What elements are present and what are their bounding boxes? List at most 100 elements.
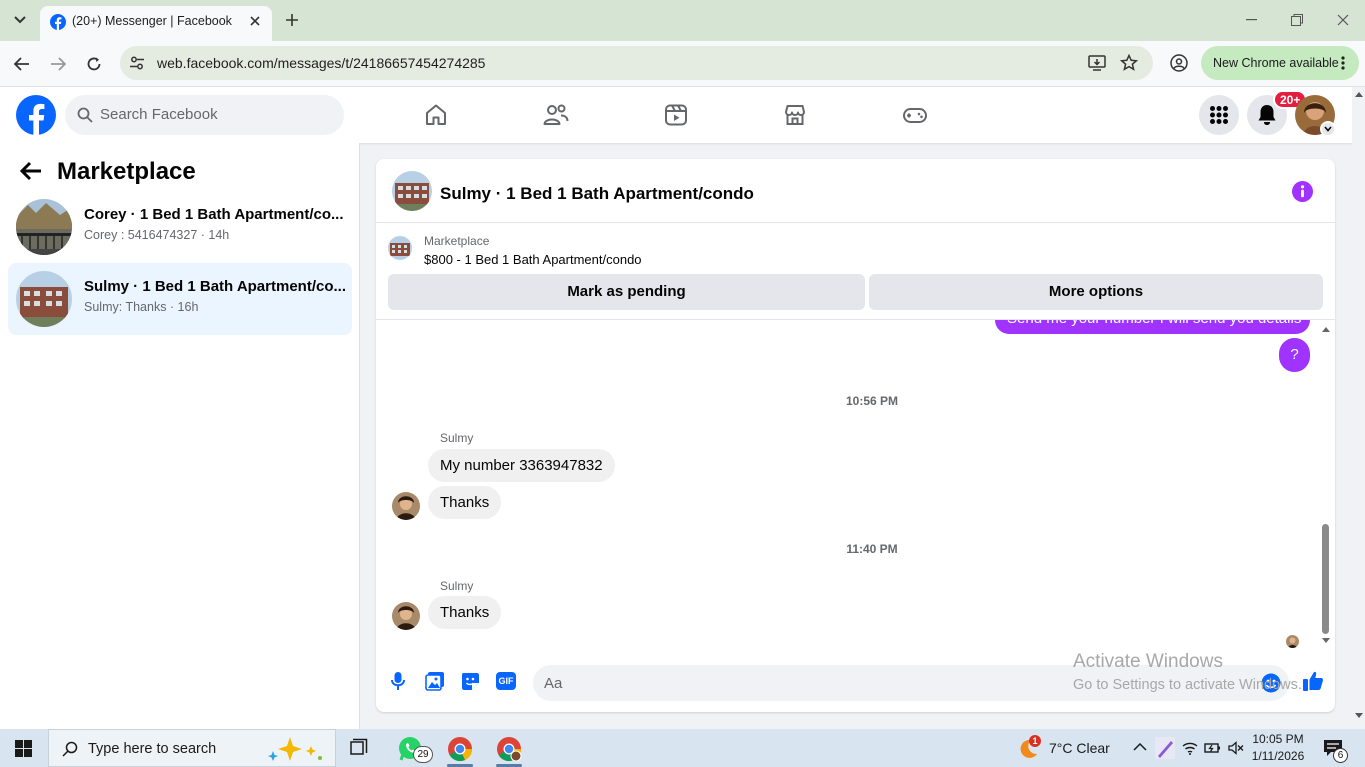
weather-alert-badge: 1 xyxy=(1029,735,1041,747)
gaming-icon[interactable] xyxy=(897,97,933,133)
new-chrome-label: New Chrome available xyxy=(1213,56,1339,70)
gif-button[interactable]: GIF xyxy=(496,672,516,690)
facebook-search-input[interactable]: Search Facebook xyxy=(65,95,344,135)
sticker-icon[interactable] xyxy=(460,671,480,691)
url-text: web.facebook.com/messages/t/241866574542… xyxy=(157,55,486,71)
windows-start-icon[interactable] xyxy=(15,740,32,757)
scroll-up-arrow-icon[interactable] xyxy=(1322,326,1330,332)
restore-window-icon[interactable] xyxy=(1283,8,1311,32)
site-info-icon[interactable] xyxy=(129,55,145,71)
close-window-icon[interactable] xyxy=(1329,8,1357,32)
conversation-title: Corey · 1 Bed 1 Bath Apartment/co... xyxy=(84,206,344,223)
activate-windows-hint: Go to Settings to activate Windows. xyxy=(1073,677,1302,693)
mark-as-pending-button[interactable]: Mark as pending xyxy=(388,274,865,310)
facebook-favicon-icon xyxy=(50,14,66,30)
volume-muted-icon[interactable] xyxy=(1228,741,1244,755)
scrollbar-thumb[interactable] xyxy=(1322,524,1329,634)
chat-title[interactable]: Sulmy · 1 Bed 1 Bath Apartment/condo xyxy=(440,184,754,204)
account-chevron-down-icon[interactable] xyxy=(1320,121,1336,137)
marketplace-icon[interactable] xyxy=(777,97,813,133)
tab-search-dropdown-icon[interactable] xyxy=(7,8,33,32)
message-input-placeholder: Aa xyxy=(544,675,563,692)
listing-thumbnail[interactable] xyxy=(388,236,412,260)
wifi-icon[interactable] xyxy=(1182,741,1198,755)
chrome-icon[interactable] xyxy=(447,736,473,762)
search-placeholder: Search Facebook xyxy=(100,106,218,123)
facebook-logo-icon[interactable] xyxy=(16,95,56,135)
grid-menu-icon xyxy=(1209,105,1229,125)
back-arrow-icon[interactable] xyxy=(20,161,44,185)
clock-date[interactable]: 1/11/2026 xyxy=(1246,749,1310,763)
home-icon[interactable] xyxy=(418,97,454,133)
message-timestamp: 11:40 PM xyxy=(846,542,898,556)
listing-price-title[interactable]: $800 - 1 Bed 1 Bath Apartment/condo xyxy=(424,252,642,267)
whatsapp-unread-badge: 29 xyxy=(413,746,433,763)
weather-text[interactable]: 7°C Clear xyxy=(1049,740,1110,756)
profile-account-icon[interactable] xyxy=(1170,54,1188,72)
page-scroll-up-icon[interactable] xyxy=(1355,91,1363,97)
minimize-window-icon[interactable] xyxy=(1237,8,1265,32)
browser-tab-messenger[interactable]: (20+) Messenger | Facebook xyxy=(40,6,272,41)
taskbar-search-box[interactable]: Type here to search xyxy=(48,729,336,767)
message-list[interactable]: Send me your number I will send you deta… xyxy=(376,319,1335,652)
show-hidden-icons-chevron-icon[interactable] xyxy=(1133,743,1147,751)
battery-icon[interactable] xyxy=(1204,741,1222,755)
copilot-sparkle-icon[interactable] xyxy=(266,736,326,762)
new-tab-plus-icon[interactable] xyxy=(282,10,302,30)
reload-icon[interactable] xyxy=(81,51,107,77)
page-scroll-down-icon[interactable] xyxy=(1355,713,1363,719)
new-chrome-available-button[interactable]: New Chrome available xyxy=(1201,46,1359,80)
facebook-header: Search Facebook 20+ xyxy=(0,87,1352,143)
microphone-icon[interactable] xyxy=(390,671,406,691)
chat-listing-avatar[interactable] xyxy=(392,171,432,211)
chat-panel: Sulmy · 1 Bed 1 Bath Apartment/condo Mar… xyxy=(376,159,1335,712)
sender-name: Sulmy xyxy=(440,431,474,445)
back-arrow-icon[interactable] xyxy=(9,51,35,77)
outgoing-message[interactable]: ? xyxy=(1279,338,1310,372)
install-app-icon[interactable] xyxy=(1088,54,1106,72)
tab-title: (20+) Messenger | Facebook xyxy=(72,14,232,28)
conversation-title: Sulmy · 1 Bed 1 Bath Apartment/co... xyxy=(84,278,346,295)
incoming-message[interactable]: Thanks xyxy=(428,486,502,519)
close-tab-icon[interactable] xyxy=(246,12,264,30)
clock-time[interactable]: 10:05 PM xyxy=(1246,732,1310,746)
conversation-info-icon[interactable] xyxy=(1292,181,1313,202)
sender-name: Sulmy xyxy=(440,579,474,593)
listing-type-label: Marketplace xyxy=(424,234,490,248)
conversation-item-corey[interactable]: Corey · 1 Bed 1 Bath Apartment/co... Cor… xyxy=(8,191,352,263)
conversation-thumbnail xyxy=(16,271,72,327)
read-receipt-avatar xyxy=(1286,635,1299,648)
photo-gallery-icon[interactable] xyxy=(425,671,445,691)
browser-toolbar: web.facebook.com/messages/t/241866574542… xyxy=(0,41,1365,87)
bell-icon xyxy=(1257,104,1277,126)
scroll-down-arrow-icon[interactable] xyxy=(1322,638,1330,644)
forward-arrow-icon[interactable] xyxy=(45,51,71,77)
sender-avatar[interactable] xyxy=(392,602,420,630)
chrome-profile-icon[interactable] xyxy=(496,736,522,762)
address-bar[interactable]: web.facebook.com/messages/t/241866574542… xyxy=(120,46,1153,80)
sender-avatar[interactable] xyxy=(392,492,420,520)
message-scrollbar[interactable] xyxy=(1320,320,1333,652)
conversation-thumbnail xyxy=(16,199,72,255)
search-icon xyxy=(77,107,93,123)
page-scrollbar[interactable] xyxy=(1352,87,1365,729)
outgoing-message[interactable]: Send me your number I will send you deta… xyxy=(995,320,1310,334)
sidebar-title: Marketplace xyxy=(57,158,196,185)
incoming-message[interactable]: My number 3363947832 xyxy=(428,449,615,482)
bookmark-star-icon[interactable] xyxy=(1120,54,1138,72)
more-options-button[interactable]: More options xyxy=(869,274,1323,310)
kebab-menu-icon[interactable] xyxy=(1341,56,1345,70)
windows-taskbar: Type here to search 29 1 7°C Clear 10:05… xyxy=(0,729,1365,767)
conversation-preview: Sulmy: Thanks · 16h xyxy=(84,300,199,314)
incoming-message[interactable]: Thanks xyxy=(428,596,502,629)
video-reels-icon[interactable] xyxy=(658,97,694,133)
pen-tray-icon[interactable] xyxy=(1155,737,1175,759)
menu-grid-button[interactable] xyxy=(1199,95,1239,135)
message-timestamp: 10:56 PM xyxy=(845,394,899,408)
conversation-item-sulmy[interactable]: Sulmy · 1 Bed 1 Bath Apartment/co... Sul… xyxy=(8,263,352,335)
task-view-icon[interactable] xyxy=(349,738,369,758)
conversation-preview: Corey : 5416474327 · 14h xyxy=(84,228,230,242)
friends-icon[interactable] xyxy=(538,97,574,133)
activate-windows-watermark: Activate Windows xyxy=(1073,651,1223,672)
thumbs-up-like-icon[interactable] xyxy=(1302,670,1324,692)
